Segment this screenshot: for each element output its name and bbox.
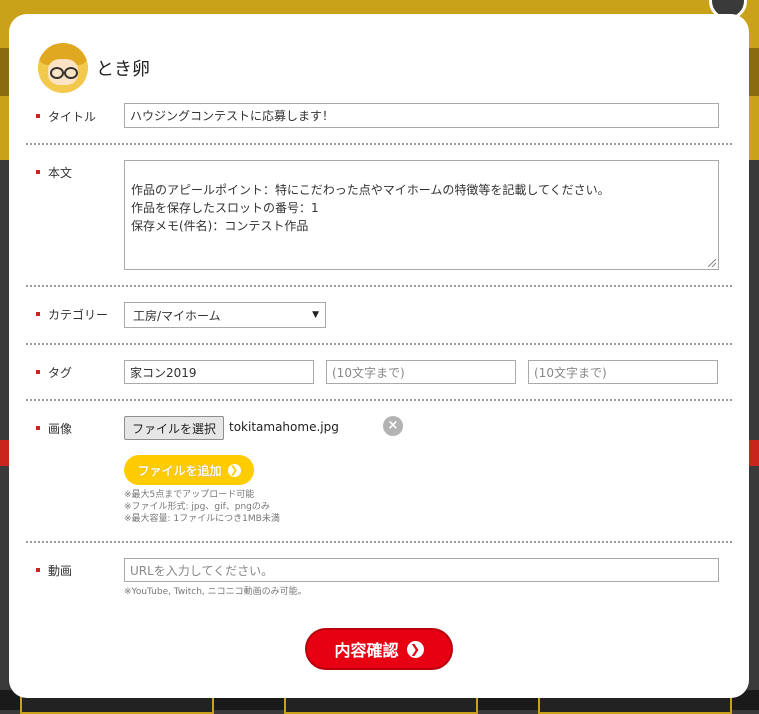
dropdown-arrow-icon: ▼ xyxy=(312,310,319,320)
tag-input-2[interactable]: (10文字まで) xyxy=(326,360,516,384)
divider xyxy=(26,541,732,543)
choose-file-button[interactable]: ファイルを選択 xyxy=(124,416,225,440)
body-label: 本文 xyxy=(36,164,72,181)
category-label: カテゴリー xyxy=(36,306,108,323)
divider xyxy=(26,399,732,401)
title-input[interactable]: ハウジングコンテストに応募します！ xyxy=(124,103,719,128)
body-textarea[interactable]: 作品のアピールポイント：特にこだわった点やマイホームの特徴等を記載してください。… xyxy=(124,160,719,270)
arrow-right-icon: ❯ xyxy=(227,463,241,477)
video-note: ※YouTube, Twitch, ニコニコ動画のみ可能。 xyxy=(124,587,307,597)
resize-handle-icon[interactable] xyxy=(708,259,716,267)
divider xyxy=(26,285,732,287)
tag-input-3[interactable]: (10文字まで) xyxy=(528,360,718,384)
image-label: 画像 xyxy=(36,420,72,437)
divider xyxy=(26,143,732,145)
file-name: tokitamahome.jpg xyxy=(229,420,339,434)
tag-label: タグ xyxy=(36,364,72,381)
tag-input-1[interactable]: 家コン2019 xyxy=(124,360,314,384)
title-label: タイトル xyxy=(36,108,96,125)
video-url-input[interactable]: URLを入力してください。 xyxy=(124,558,719,582)
username: とき卵 xyxy=(96,59,150,80)
video-label: 動画 xyxy=(36,562,72,579)
arrow-right-icon: ❯ xyxy=(406,640,424,658)
upload-notes: ※最大5点までアップロード可能 ※ファイル形式: jpg、gif、pngのみ ※… xyxy=(124,490,280,524)
user-header: とき卵 xyxy=(38,42,150,94)
divider xyxy=(26,343,732,345)
post-form-modal: とき卵 タイトル ハウジングコンテストに応募します！ 本文 作品のアピールポイン… xyxy=(9,14,749,698)
avatar xyxy=(38,43,88,93)
confirm-button[interactable]: 内容確認 ❯ xyxy=(305,628,453,670)
remove-file-icon[interactable]: × xyxy=(383,416,403,436)
category-select[interactable]: 工房/マイホーム ▼ xyxy=(124,302,326,328)
add-file-button[interactable]: ファイルを追加 ❯ xyxy=(124,455,254,485)
